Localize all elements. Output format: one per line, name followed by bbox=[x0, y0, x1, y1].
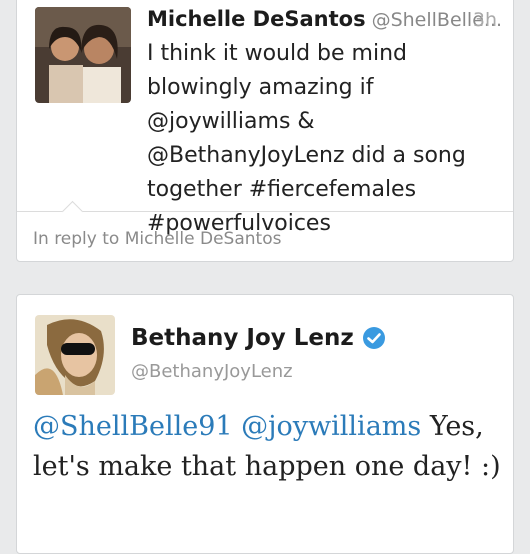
divider bbox=[17, 211, 513, 212]
verified-badge-icon bbox=[362, 326, 386, 350]
mention-shellbelle91[interactable]: @ShellBelle91 bbox=[33, 411, 233, 442]
author-name[interactable]: Bethany Joy Lenz bbox=[131, 325, 386, 351]
bethany-avatar[interactable] bbox=[35, 315, 115, 395]
author-display-name: Bethany Joy Lenz bbox=[131, 325, 354, 351]
author-display-name: Michelle DeSantos bbox=[147, 7, 366, 31]
mention-joywilliams[interactable]: @joywilliams bbox=[241, 411, 421, 442]
tweet-text: @ShellBelle91 @joywilliams Yes, let's ma… bbox=[33, 407, 503, 487]
main-tweet-card[interactable]: Bethany Joy Lenz @BethanyJoyLenz @ShellB… bbox=[16, 294, 514, 554]
conversation-notch bbox=[61, 200, 84, 223]
author-name[interactable]: Michelle DeSantos @ShellBelle... bbox=[147, 7, 502, 31]
reply-tweet-card[interactable]: Michelle DeSantos @ShellBelle... 3h I thi… bbox=[16, 0, 514, 262]
michelle-avatar[interactable] bbox=[35, 7, 131, 103]
author-handle[interactable]: @BethanyJoyLenz bbox=[131, 361, 293, 382]
in-reply-to-link[interactable]: In reply to Michelle DeSantos bbox=[33, 229, 281, 249]
tweet-timestamp: 3h bbox=[472, 9, 497, 31]
